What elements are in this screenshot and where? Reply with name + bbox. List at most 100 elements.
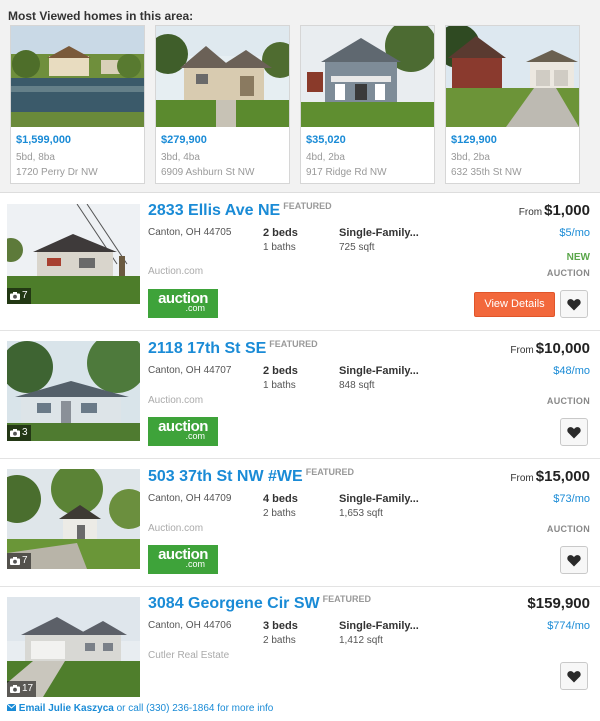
heart-icon (567, 670, 581, 682)
price-amount: $15,000 (535, 468, 590, 485)
listing-address-link[interactable]: 3084 Georgene Cir SW FEATURED (148, 594, 371, 613)
most-viewed-card[interactable]: $129,900 3bd, 2ba 632 35th St NW (445, 25, 580, 184)
card-price[interactable]: $1,599,000 (16, 134, 71, 146)
listing-source: Auction.com (148, 266, 204, 277)
card-price[interactable]: $279,900 (161, 134, 207, 146)
favorite-button[interactable] (560, 418, 588, 446)
view-details-button[interactable]: View Details (474, 292, 555, 317)
auction-logo: auction .com (148, 545, 218, 574)
listing-address-link[interactable]: 503 37th St NW #WE FEATURED (148, 467, 354, 486)
listing-photo[interactable]: 17 (7, 597, 140, 697)
card-beds-baths: 5bd, 8ba (16, 152, 55, 163)
listing-address[interactable]: 2833 Ellis Ave NE (148, 202, 280, 219)
photo-count-badge: 7 (7, 553, 31, 569)
most-viewed-title: Most Viewed homes in this area: (8, 9, 194, 23)
monthly-payment-link[interactable]: $5/mo (559, 227, 590, 239)
listing-card[interactable]: 17 3084 Georgene Cir SW FEATURED Canton, … (0, 588, 600, 721)
house-photo[interactable] (301, 26, 434, 127)
contact-text: or call (330) 236-1864 for more info (113, 703, 274, 714)
camera-icon (10, 292, 20, 300)
camera-icon (10, 557, 20, 565)
card-price[interactable]: $35,020 (306, 134, 346, 146)
listing-price: From $10,000 (510, 340, 590, 357)
featured-tag: FEATURED (283, 201, 332, 211)
listing-baths: 2 baths (263, 635, 296, 646)
listing-address-link[interactable]: 2118 17th St SE FEATURED (148, 339, 318, 358)
monthly-payment-link[interactable]: $48/mo (553, 365, 590, 377)
card-beds-baths: 3bd, 2ba (451, 152, 490, 163)
camera-icon (10, 685, 20, 693)
favorite-button[interactable] (560, 546, 588, 574)
featured-tag: FEATURED (269, 339, 318, 349)
heart-icon (567, 426, 581, 438)
photo-count: 17 (22, 683, 34, 694)
listing-baths: 1 baths (263, 242, 296, 253)
photo-count-badge: 7 (7, 288, 31, 304)
most-viewed-card[interactable]: $1,599,000 5bd, 8ba 1720 Perry Dr NW (10, 25, 145, 184)
price-from-label: From (518, 207, 543, 218)
listing-photo[interactable]: 7 (7, 469, 140, 569)
photo-count-badge: 3 (7, 425, 31, 441)
listing-type: Single-Family... (339, 227, 419, 239)
most-viewed-card[interactable]: $279,900 3bd, 4ba 6909 Ashburn St NW (155, 25, 290, 184)
listing-source: Auction.com (148, 523, 204, 534)
listing-price: From $1,000 (519, 202, 590, 219)
photo-count: 3 (22, 427, 28, 438)
email-agent-link[interactable]: Email Julie Kaszyca (19, 703, 114, 714)
listing-baths: 1 baths (263, 380, 296, 391)
listing-source: Auction.com (148, 395, 204, 406)
envelope-icon (6, 703, 17, 711)
listing-beds: 2 beds (263, 365, 298, 377)
listing-address[interactable]: 2118 17th St SE (148, 340, 266, 357)
sale-type-label: AUCTION (546, 268, 590, 278)
house-photo[interactable] (156, 26, 289, 127)
price-amount: $159,900 (527, 595, 590, 612)
monthly-payment-link[interactable]: $774/mo (547, 620, 590, 632)
sale-type-label: AUCTION (546, 524, 590, 534)
listing-card[interactable]: 7 503 37th St NW #WE FEATURED Canton, OH … (0, 460, 600, 587)
house-photo[interactable] (11, 26, 144, 127)
listing-type: Single-Family... (339, 365, 419, 377)
most-viewed-section: Most Viewed homes in this area: $1,599,0… (0, 0, 600, 193)
card-address: 632 35th St NW (451, 167, 522, 178)
logo-text: auction (158, 546, 208, 563)
auction-logo: auction .com (148, 289, 218, 318)
card-address: 1720 Perry Dr NW (16, 167, 98, 178)
monthly-payment-link[interactable]: $73/mo (553, 493, 590, 505)
favorite-button[interactable] (560, 290, 588, 318)
listing-card[interactable]: 7 2833 Ellis Ave NE FEATURED Canton, OH 4… (0, 194, 600, 331)
listing-beds: 3 beds (263, 620, 298, 632)
photo-count: 7 (22, 290, 28, 301)
house-photo[interactable] (446, 26, 579, 127)
listing-sqft: 848 sqft (339, 380, 375, 391)
listing-sqft: 725 sqft (339, 242, 375, 253)
listing-sqft: 1,412 sqft (339, 635, 383, 646)
listing-beds: 4 beds (263, 493, 298, 505)
listing-address[interactable]: 503 37th St NW #WE (148, 468, 303, 485)
card-beds-baths: 3bd, 4ba (161, 152, 200, 163)
listing-type: Single-Family... (339, 620, 419, 632)
heart-icon (567, 554, 581, 566)
price-from-label: From (510, 473, 534, 484)
most-viewed-card[interactable]: $35,020 4bd, 2ba 917 Ridge Rd NW (300, 25, 435, 184)
listing-city: Canton, OH 44706 (148, 620, 232, 631)
listing-address-link[interactable]: 2833 Ellis Ave NE FEATURED (148, 201, 332, 220)
listing-city: Canton, OH 44707 (148, 365, 232, 376)
sale-type-label: AUCTION (546, 396, 590, 406)
listing-city: Canton, OH 44709 (148, 493, 232, 504)
card-price[interactable]: $129,900 (451, 134, 497, 146)
price-from-label: From (510, 345, 534, 356)
price-amount: $10,000 (535, 340, 590, 357)
listing-price: $159,900 (527, 595, 590, 612)
contact-line: Email Julie Kaszyca or call (330) 236-18… (6, 703, 274, 714)
listing-photo[interactable]: 3 (7, 341, 140, 441)
listing-card[interactable]: 3 2118 17th St SE FEATURED Canton, OH 447… (0, 332, 600, 459)
camera-icon (10, 429, 20, 437)
listing-price: From $15,000 (510, 468, 590, 485)
photo-count: 7 (22, 555, 28, 566)
listing-address[interactable]: 3084 Georgene Cir SW (148, 595, 320, 612)
listing-photo[interactable]: 7 (7, 204, 140, 304)
favorite-button[interactable] (560, 662, 588, 690)
listing-baths: 2 baths (263, 508, 296, 519)
photo-count-badge: 17 (7, 681, 37, 697)
